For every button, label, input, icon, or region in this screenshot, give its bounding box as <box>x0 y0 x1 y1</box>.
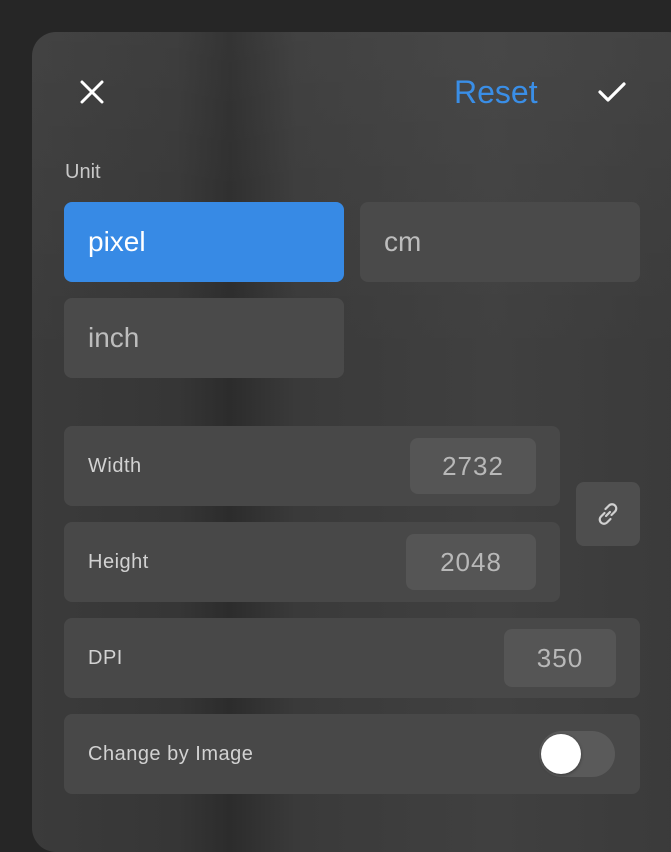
unit-option-label: pixel <box>88 226 146 257</box>
dpi-input[interactable]: 350 <box>504 629 616 687</box>
width-row: Width 2732 <box>64 426 560 506</box>
reset-button[interactable]: Reset <box>454 76 538 108</box>
change-by-image-label: Change by Image <box>88 742 254 765</box>
confirm-button[interactable] <box>592 72 632 112</box>
dpi-row: DPI 350 <box>64 618 640 698</box>
link-icon <box>598 503 618 525</box>
height-input[interactable]: 2048 <box>406 534 536 590</box>
width-input[interactable]: 2732 <box>410 438 536 494</box>
close-icon <box>80 80 104 104</box>
toggle-knob <box>541 734 581 774</box>
unit-option-inch[interactable]: inch <box>64 298 344 378</box>
height-label: Height <box>88 550 149 573</box>
close-button[interactable] <box>70 72 114 112</box>
dpi-label: DPI <box>88 646 123 669</box>
unit-option-label: cm <box>384 226 422 257</box>
change-by-image-row: Change by Image <box>64 714 640 794</box>
unit-option-pixel[interactable]: pixel <box>64 202 344 282</box>
unit-option-label: inch <box>88 322 140 353</box>
link-aspect-button[interactable] <box>576 482 640 546</box>
height-row: Height 2048 <box>64 522 560 602</box>
change-by-image-toggle[interactable] <box>539 731 615 777</box>
unit-option-cm[interactable]: cm <box>360 202 640 282</box>
width-label: Width <box>88 454 142 477</box>
unit-label: Unit <box>65 161 101 183</box>
checkmark-icon <box>598 82 626 102</box>
